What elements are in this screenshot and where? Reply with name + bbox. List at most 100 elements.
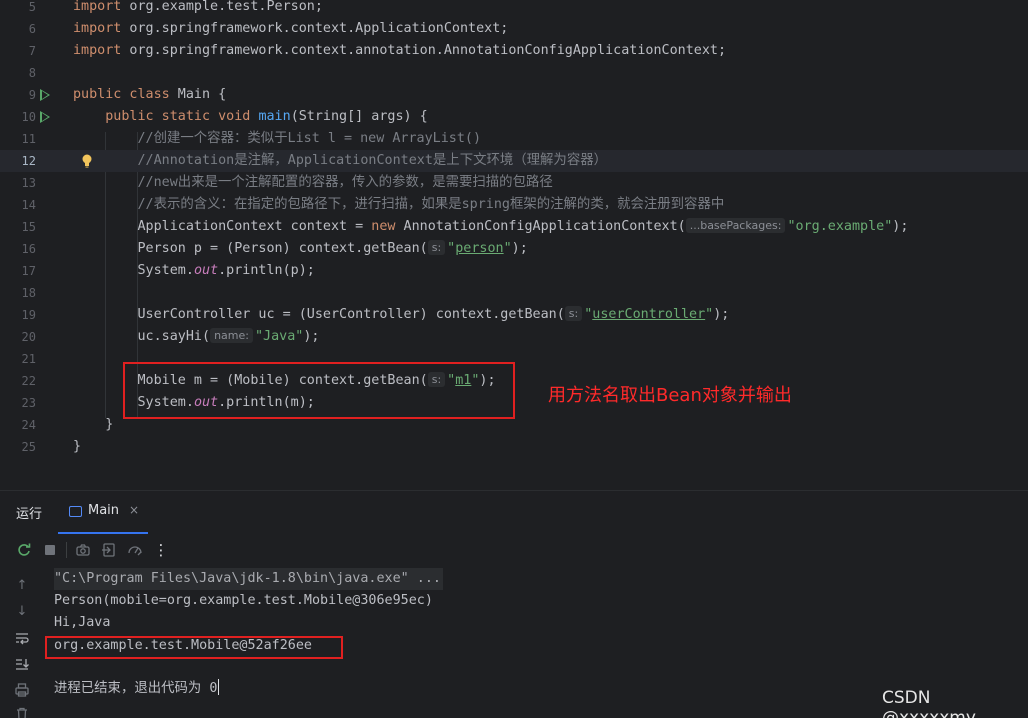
code-token: import [73, 0, 122, 14]
code-text: //表示的含义：在指定的包路径下，进行扫描，如果是spring框架的注解的类，就… [73, 194, 725, 216]
code-text: public class Main { [73, 84, 226, 106]
trash-icon[interactable] [14, 706, 30, 718]
line-number: 14 [21, 198, 36, 212]
code-line[interactable]: 14 //表示的含义：在指定的包路径下，进行扫描，如果是spring框架的注解的… [0, 194, 1028, 216]
code-line[interactable]: 10 public static void main(String[] args… [0, 106, 1028, 128]
console-output-line: Hi,Java [54, 615, 111, 630]
code-token: //new出来是一个注解配置的容器，传入的参数，是需要扫描的包路径 [137, 175, 553, 190]
code-line[interactable]: 8 [0, 62, 1028, 84]
code-token: public class [73, 87, 170, 102]
console-command-line: "C:\Program Files\Java\jdk-1.8\bin\java.… [54, 568, 443, 590]
line-number: 23 [21, 396, 36, 410]
code-token: System. [73, 263, 194, 278]
stop-icon[interactable] [42, 542, 58, 558]
code-line[interactable]: 5 import org.example.test.Person; [0, 0, 1028, 18]
exit-icon[interactable] [101, 542, 117, 558]
code-line[interactable]: 16 Person p = (Person) context.getBean(s… [0, 238, 1028, 260]
line-number: 5 [28, 0, 36, 14]
code-text: } [73, 436, 81, 458]
rerun-icon[interactable] [16, 542, 32, 558]
output-highlight-box [45, 636, 343, 659]
line-number: 15 [21, 220, 36, 234]
line-number: 18 [21, 286, 36, 300]
code-text: uc.sayHi(name: "Java"); [73, 326, 319, 348]
code-token: Main { [169, 87, 227, 102]
code-token: import [73, 43, 122, 58]
tab-run[interactable]: 运行 [16, 503, 42, 522]
code-token: org.springframework.context.ApplicationC… [121, 21, 509, 36]
code-token: uc.sayHi( [73, 329, 211, 344]
code-line[interactable]: 15 ApplicationContext context = new Anno… [0, 216, 1028, 238]
code-token: ApplicationContext context = [73, 219, 372, 234]
print-icon[interactable] [14, 682, 30, 698]
close-tab-icon[interactable]: × [129, 503, 139, 517]
code-token: ); [713, 307, 730, 322]
run-config-icon [69, 506, 82, 517]
run-gutter-icon[interactable] [40, 111, 50, 123]
exit-message: 进程已结束，退出代码为 0 [54, 681, 218, 696]
line-number: 11 [21, 132, 36, 146]
line-number: 6 [28, 22, 36, 36]
console-output-line: Person(mobile=org.example.test.Mobile@30… [54, 593, 433, 608]
code-line[interactable]: 13 //new出来是一个注解配置的容器，传入的参数，是需要扫描的包路径 [0, 172, 1028, 194]
code-token: org.springframework.context.annotation.A… [121, 43, 727, 58]
line-number: 8 [28, 66, 36, 80]
code-token: } [73, 439, 82, 454]
code-line[interactable]: 18 [0, 282, 1028, 304]
code-token: ); [303, 329, 320, 344]
code-text: } [73, 414, 113, 436]
code-line[interactable]: 12 //Annotation是注解，ApplicationContext是上下… [0, 150, 1028, 172]
console-exit-line: 进程已结束，退出代码为 0 [54, 678, 220, 700]
camera-icon[interactable] [75, 542, 91, 558]
run-tool-window-tabs: 运行 Main × [0, 490, 1028, 534]
code-token: (String[] args) { [290, 109, 428, 124]
settings-icon[interactable] [127, 542, 143, 558]
code-line[interactable]: 25} [0, 436, 1028, 458]
line-number: 16 [21, 242, 36, 256]
parameter-hint: s: [564, 306, 583, 321]
code-token: ); [892, 219, 909, 234]
toolbar-separator [66, 542, 67, 558]
code-token: AnnotationConfigApplicationContext( [395, 219, 686, 234]
more-icon[interactable]: ⋮ [153, 542, 169, 558]
tab-main-label: Main [88, 503, 120, 518]
code-token: " [705, 307, 714, 322]
line-number: 12 [21, 154, 36, 168]
run-toolbar: ⋮ [0, 534, 1028, 566]
code-token: person [455, 241, 504, 256]
parameter-hint: s: [427, 240, 446, 255]
code-line[interactable]: 6 import org.springframework.context.Appl… [0, 18, 1028, 40]
arrow-up-icon[interactable]: ↑ [14, 578, 30, 594]
code-line[interactable]: 11 //创建一个容器：类似于List l = new ArrayList() [0, 128, 1028, 150]
code-line[interactable]: 17 System.out.println(p); [0, 260, 1028, 282]
code-line[interactable]: 7 import org.springframework.context.anno… [0, 40, 1028, 62]
run-gutter-icon[interactable] [40, 89, 50, 101]
watermark: CSDN @xxxxxmy [882, 688, 976, 718]
arrow-down-icon[interactable]: ↓ [14, 604, 30, 620]
code-token: "Java" [254, 329, 304, 344]
code-line[interactable]: 20 uc.sayHi(name: "Java"); [0, 326, 1028, 348]
code-token: " [503, 241, 512, 256]
code-token: UserController uc = (UserController) con… [73, 307, 565, 322]
tab-main[interactable]: Main × [58, 491, 148, 534]
code-text: import org.springframework.context.Appli… [73, 18, 508, 40]
code-token: .println(p); [218, 263, 315, 278]
code-text: ApplicationContext context = new Annotat… [73, 216, 908, 238]
line-number: 7 [28, 44, 36, 58]
scroll-to-end-icon[interactable] [14, 656, 30, 672]
code-token: //创建一个容器：类似于List l = new ArrayList() [137, 131, 482, 146]
console-side-toolbar: ↑ ↓ [0, 566, 44, 718]
code-token: "org.example" [787, 219, 893, 234]
line-number: 9 [28, 88, 36, 102]
code-line[interactable]: 19 UserController uc = (UserController) … [0, 304, 1028, 326]
code-token: import [73, 21, 122, 36]
soft-wrap-icon[interactable] [14, 630, 30, 646]
line-number: 19 [21, 308, 36, 322]
highlight-box [123, 362, 515, 419]
code-text: //Annotation是注解，ApplicationContext是上下文环境… [73, 150, 608, 172]
code-token: public static void [105, 109, 251, 124]
code-line[interactable]: 9 public class Main { [0, 84, 1028, 106]
